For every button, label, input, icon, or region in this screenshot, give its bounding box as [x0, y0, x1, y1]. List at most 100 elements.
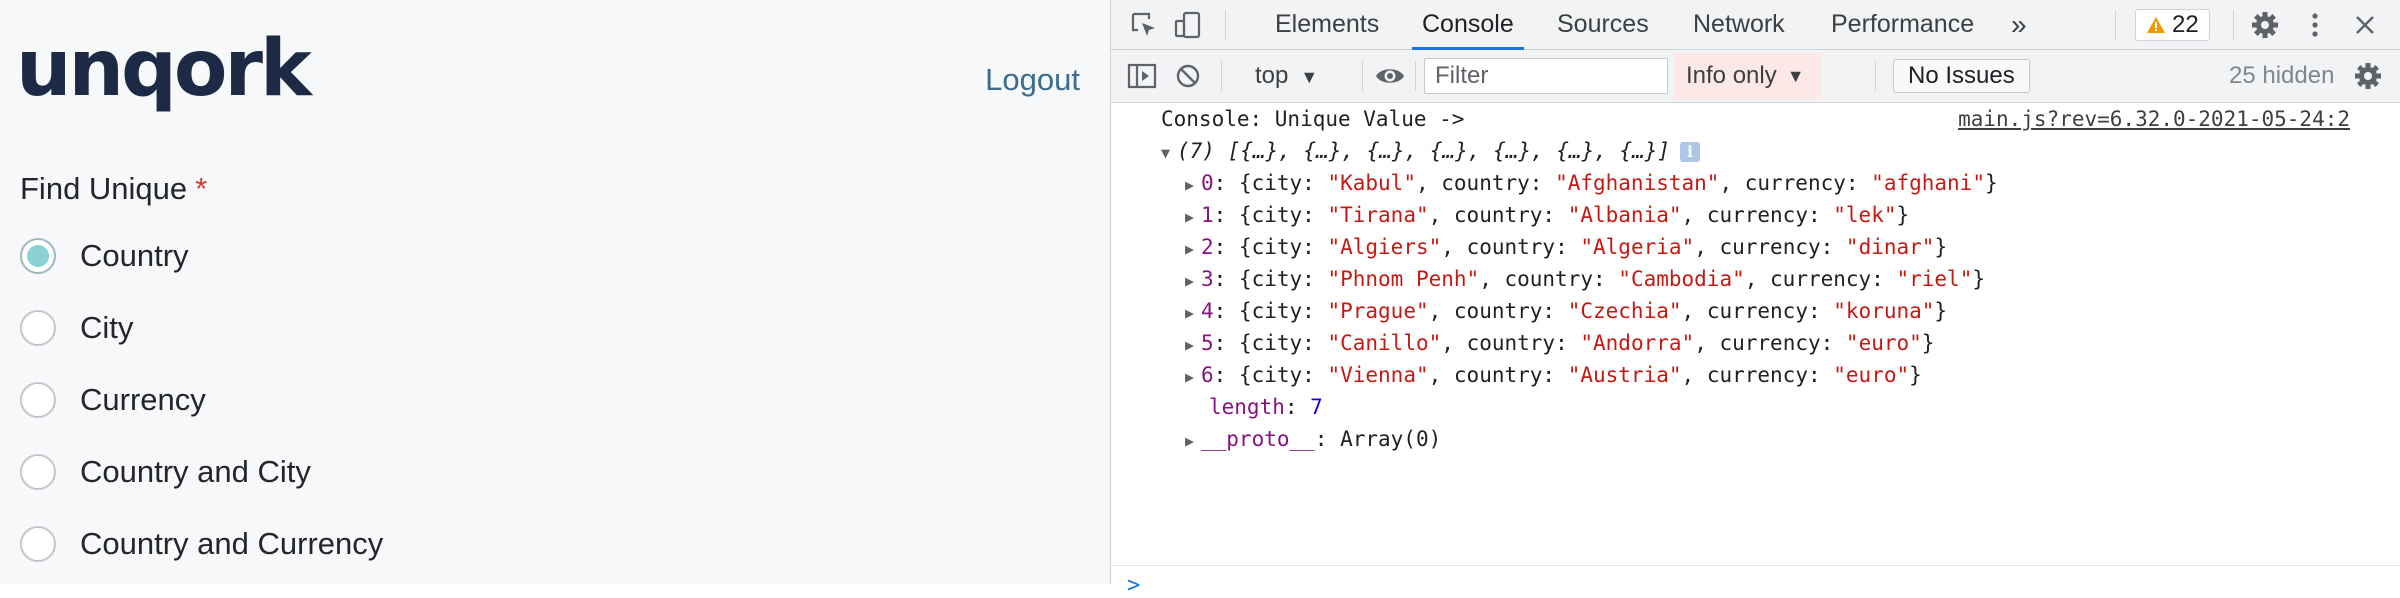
expand-triangle-icon[interactable]: ▶ [1185, 169, 1201, 201]
proto-row[interactable]: ▶ __proto__: Array(0) [1185, 423, 1441, 455]
expand-triangle-icon[interactable]: ▶ [1185, 425, 1201, 457]
inspect-element-icon[interactable] [1127, 8, 1161, 42]
array-entry-row[interactable]: ▶ 0: {city: "Kabul", country: "Afghanista… [1185, 167, 1998, 199]
country-value: Cambodia [1630, 267, 1733, 291]
array-entry-row[interactable]: ▶ 2: {city: "Algiers", country: "Algeria"… [1185, 231, 1947, 263]
entry-country: "Afghanistan" [1555, 171, 1720, 195]
more-tabs-button[interactable]: » [2009, 0, 2029, 49]
expand-triangle-icon[interactable]: ▶ [1185, 361, 1201, 393]
radio-button[interactable] [20, 526, 56, 562]
toolbar-divider [1362, 61, 1363, 91]
tab-network[interactable]: Network [1691, 0, 1787, 49]
console-prompt-chevron-icon[interactable]: > [1127, 573, 1140, 598]
entry-close: } [1934, 299, 1948, 323]
entry-sep: , currency: [1694, 235, 1846, 259]
tab-sources[interactable]: Sources [1555, 0, 1651, 49]
field-label-text: Find Unique [20, 171, 188, 206]
entry-sep: , country: [1441, 331, 1581, 355]
toolbar-divider [2233, 10, 2234, 40]
expand-triangle-icon[interactable]: ▶ [1185, 233, 1201, 265]
issues-button[interactable]: No Issues [1893, 59, 2030, 93]
app-pane: unqork Logout Find Unique * Country City … [0, 0, 1110, 584]
devtools-tab-bar: Elements Console Sources Network Perform… [1111, 0, 2400, 50]
radio-button[interactable] [20, 382, 56, 418]
city-value: Kabul [1340, 171, 1404, 195]
city-value: Algiers [1340, 235, 1429, 259]
entry-city: "Tirana" [1327, 203, 1429, 227]
toolbar-divider [1225, 10, 1226, 40]
console-settings-gear-icon[interactable] [2351, 59, 2385, 93]
country-value: Austria [1580, 363, 1669, 387]
array-entry-row[interactable]: ▶ 6: {city: "Vienna", country: "Austria",… [1185, 359, 1922, 391]
entry-country: "Andorra" [1580, 331, 1695, 355]
entry-sep: , country: [1428, 203, 1568, 227]
entry-open: : {city: [1213, 171, 1328, 195]
entry-open: : {city: [1213, 235, 1328, 259]
tab-performance[interactable]: Performance [1829, 0, 1976, 49]
entry-index: 1 [1201, 203, 1214, 227]
prompt-divider [1111, 565, 2400, 566]
entry-index: 5 [1201, 331, 1214, 355]
context-select[interactable]: top ▼ [1255, 62, 1318, 90]
array-summary-row[interactable]: ▼ (7) [{…}, {…}, {…}, {…}, {…}, {…}, {…}]… [1161, 135, 1701, 169]
chevron-down-icon: ▼ [1300, 67, 1319, 87]
proto-key: __proto__ [1201, 427, 1315, 451]
currency-value: dinar [1858, 235, 1922, 259]
radio-option-currency[interactable]: Currency [20, 375, 206, 425]
entry-sep: , currency: [1744, 267, 1897, 291]
entry-sep: , currency: [1694, 331, 1846, 355]
radio-button[interactable] [20, 454, 56, 490]
settings-gear-icon[interactable] [2248, 8, 2282, 42]
log-levels-dropdown[interactable]: Info only ▼ [1674, 53, 1821, 99]
radio-option-country[interactable]: Country [20, 231, 189, 281]
live-expression-eye-icon[interactable] [1373, 59, 1407, 93]
tab-console[interactable]: Console [1412, 0, 1524, 50]
expand-triangle-icon[interactable]: ▼ [1161, 137, 1177, 169]
entry-sep: , country: [1428, 299, 1568, 323]
filter-input[interactable] [1424, 58, 1668, 94]
expand-triangle-icon[interactable]: ▶ [1185, 297, 1201, 329]
entry-currency: "lek" [1833, 203, 1897, 227]
entry-index: 6 [1201, 363, 1214, 387]
clear-console-icon[interactable] [1171, 59, 1205, 93]
entry-city: "Phnom Penh" [1327, 267, 1480, 291]
radio-option-country-and-city[interactable]: Country and City [20, 447, 311, 497]
sidebar-toggle-icon[interactable] [1125, 59, 1159, 93]
entry-sep: , country: [1415, 171, 1556, 195]
entry-sep: , currency: [1681, 299, 1834, 323]
entry-index: 2 [1201, 235, 1214, 259]
radio-button-checked[interactable] [20, 238, 56, 274]
info-icon[interactable]: i [1680, 142, 1701, 162]
array-entry-row[interactable]: ▶ 3: {city: "Phnom Penh", country: "Cambo… [1185, 263, 1985, 295]
radio-option-country-and-currency[interactable]: Country and Currency [20, 519, 383, 569]
message-source-link[interactable]: main.js?rev=6.32.0-2021-05-24:2 [1958, 103, 2350, 135]
warning-count: 22 [2172, 11, 2199, 38]
entry-city: "Canillo" [1327, 331, 1442, 355]
more-options-icon[interactable] [2298, 8, 2332, 42]
currency-value: koruna [1845, 299, 1922, 323]
expand-triangle-icon[interactable]: ▶ [1185, 201, 1201, 233]
radio-option-city[interactable]: City [20, 303, 133, 353]
currency-value: lek [1845, 203, 1884, 227]
entry-close: } [1934, 235, 1948, 259]
expand-triangle-icon[interactable]: ▶ [1185, 265, 1201, 297]
logo: unqork [16, 24, 312, 114]
country-value: Andorra [1593, 331, 1682, 355]
radio-label: Country [80, 238, 189, 273]
device-toolbar-icon[interactable] [1171, 8, 1205, 42]
logout-link[interactable]: Logout [985, 64, 1080, 95]
entry-country: "Austria" [1567, 363, 1682, 387]
radio-button[interactable] [20, 310, 56, 346]
radio-label: City [80, 310, 134, 345]
array-entry-row[interactable]: ▶ 5: {city: "Canillo", country: "Andorra"… [1185, 327, 1934, 359]
expand-triangle-icon[interactable]: ▶ [1185, 329, 1201, 361]
log-levels-value: Info only [1686, 62, 1777, 89]
entry-country: "Albania" [1567, 203, 1682, 227]
warnings-badge[interactable]: 22 [2135, 9, 2210, 41]
tab-elements[interactable]: Elements [1273, 0, 1381, 49]
array-entry-row[interactable]: ▶ 4: {city: "Prague", country: "Czechia",… [1185, 295, 1947, 327]
array-entry-row[interactable]: ▶ 1: {city: "Tirana", country: "Albania",… [1185, 199, 1909, 231]
city-value: Vienna [1340, 363, 1416, 387]
toolbar-divider [1875, 61, 1876, 91]
close-icon[interactable] [2348, 8, 2382, 42]
